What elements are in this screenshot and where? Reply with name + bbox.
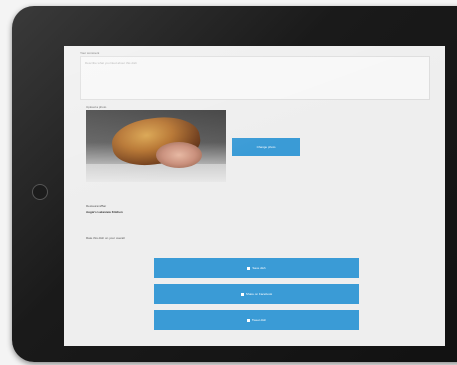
- steak-cut-image: [156, 142, 202, 168]
- twitter-icon: [246, 318, 250, 322]
- save-icon: [247, 266, 251, 270]
- tweet-dish-button[interactable]: Tweet dish: [154, 310, 359, 330]
- tablet-screen: Your comment Describe what you liked abo…: [64, 46, 445, 346]
- rating-label: Rate this dish on your overall: [86, 236, 125, 240]
- facebook-icon: [240, 292, 244, 296]
- home-button[interactable]: [32, 184, 48, 200]
- description-label: Your comment: [80, 51, 100, 55]
- photo-label: Upload a photo: [86, 105, 107, 109]
- share-facebook-label: Share on Facebook: [245, 292, 273, 296]
- share-facebook-button[interactable]: Share on Facebook: [154, 284, 359, 304]
- restaurant-label: Restaurant/Bar: [86, 204, 107, 208]
- change-photo-label: Change photo: [256, 145, 276, 149]
- dish-photo: [86, 110, 226, 182]
- change-photo-button[interactable]: Change photo: [232, 138, 300, 156]
- scene: Your comment Describe what you liked abo…: [0, 0, 457, 365]
- description-textarea[interactable]: Describe what you liked about this dish: [80, 56, 430, 100]
- tablet-device: Your comment Describe what you liked abo…: [12, 6, 457, 362]
- save-dish-label: Save dish: [252, 266, 266, 270]
- restaurant-value: Augie's Lakeview Kitchen: [86, 210, 123, 214]
- plate: [86, 164, 226, 182]
- save-dish-button[interactable]: Save dish: [154, 258, 359, 278]
- description-placeholder: Describe what you liked about this dish: [85, 61, 137, 65]
- tweet-dish-label: Tweet dish: [251, 318, 267, 322]
